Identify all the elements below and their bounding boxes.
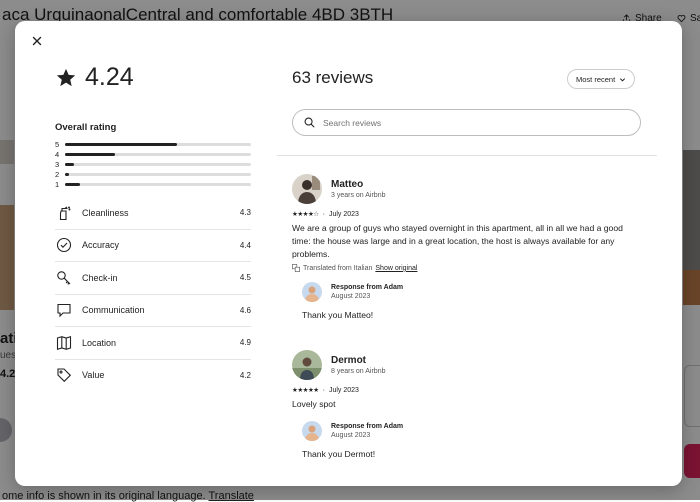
category-accuracy: Accuracy 4.4	[55, 230, 251, 262]
category-value: Value 4.2	[55, 360, 251, 392]
show-original-link[interactable]: Show original	[375, 265, 417, 272]
distribution-star-label: 1	[55, 180, 60, 190]
star-icon	[56, 68, 76, 86]
review-header: Matteo 3 years on Airbnb	[292, 174, 654, 204]
review-item: Dermot 8 years on Airbnb ★★★★★ · July 20…	[292, 350, 654, 459]
distribution-row: 2	[55, 170, 251, 180]
distribution-bar	[65, 162, 251, 166]
distribution-bar	[65, 142, 251, 146]
reviews-count: 63 reviews	[292, 68, 374, 87]
host-avatar[interactable]	[302, 420, 322, 441]
chevron-down-icon	[620, 77, 626, 81]
reviewer-tenure: 3 years on Airbnb	[331, 192, 386, 199]
category-label: Value	[82, 370, 105, 381]
distribution-bar	[65, 183, 251, 187]
host-avatar[interactable]	[302, 282, 322, 303]
distribution-bar	[65, 152, 251, 156]
host-response-date: August 2023	[331, 293, 371, 301]
distribution-star-label: 2	[55, 170, 60, 180]
host-response-header: Response from Adam August 2023	[302, 282, 654, 303]
overall-rating-label: Overall rating	[55, 122, 117, 133]
review-meta: ★★★★☆ · July 2023	[292, 210, 654, 219]
distribution-fill	[65, 152, 116, 156]
host-response-text: Thank you Dermot!	[302, 448, 376, 459]
review-stars: ★★★★☆	[292, 211, 319, 218]
review-meta: ★★★★★ · July 2023	[292, 386, 654, 395]
translation-note-text: Translated from Italian	[303, 264, 373, 272]
distribution-row: 5	[55, 139, 251, 149]
translation-note: Translated from Italian Show original	[292, 264, 654, 273]
host-response-header: Response from Adam August 2023	[302, 420, 654, 441]
search-icon	[304, 117, 315, 128]
search-reviews-box[interactable]	[292, 109, 641, 136]
divider	[277, 155, 657, 156]
sort-label: Most recent	[576, 74, 616, 84]
host-response-title: Response from Adam	[331, 422, 404, 430]
distribution-row: 1	[55, 180, 251, 190]
review-header: Dermot 8 years on Airbnb	[292, 350, 654, 380]
host-response-info: Response from Adam August 2023	[331, 284, 403, 300]
reviewer-info: Matteo 3 years on Airbnb	[331, 179, 385, 199]
distribution-star-label: 4	[55, 149, 60, 159]
reviewer-name: Matteo	[331, 179, 364, 190]
review-text: We are a group of guys who stayed overni…	[292, 223, 623, 259]
review-stars: ★★★★★	[292, 387, 319, 394]
distribution-fill	[65, 183, 80, 187]
chat-bubble-icon	[55, 301, 73, 319]
reviewer-info: Dermot 8 years on Airbnb	[331, 355, 385, 375]
category-score: 4.3	[239, 208, 251, 218]
category-communication: Communication 4.6	[55, 295, 251, 327]
reviewer-tenure: 8 years on Airbnb	[331, 368, 386, 375]
sort-dropdown[interactable]: Most recent	[567, 69, 636, 89]
distribution-fill	[65, 162, 75, 166]
check-circle-icon	[55, 236, 73, 254]
review-date: July 2023	[328, 210, 359, 218]
category-label: Communication	[82, 305, 145, 316]
category-score: 4.4	[239, 240, 251, 250]
distribution-fill	[65, 173, 69, 177]
distribution-row: 3	[55, 159, 251, 169]
reviewer-name: Dermot	[331, 355, 367, 366]
distribution-bar	[65, 173, 251, 177]
host-response-text: Thank you Matteo!	[302, 310, 374, 321]
meta-separator: ·	[322, 210, 325, 218]
category-label: Location	[82, 337, 117, 348]
category-score: 4.9	[239, 338, 251, 348]
category-location: Location 4.9	[55, 327, 251, 360]
category-score: 4.2	[239, 370, 251, 380]
translate-icon	[292, 264, 300, 273]
category-label: Cleanliness	[82, 207, 129, 218]
category-score: 4.5	[239, 273, 251, 283]
distribution-star-label: 3	[55, 159, 60, 169]
host-response-info: Response from Adam August 2023	[331, 423, 403, 439]
rating-distribution: 5 4 3 2 1	[55, 139, 251, 190]
category-label: Accuracy	[82, 240, 120, 251]
key-icon	[55, 269, 73, 287]
category-score: 4.6	[239, 305, 251, 315]
distribution-row: 4	[55, 149, 251, 159]
close-button[interactable]	[29, 33, 45, 49]
spray-bottle-icon	[55, 204, 73, 222]
category-ratings: Cleanliness 4.3 Accuracy 4.4 Check-in 4.…	[55, 197, 251, 391]
reviews-modal: 4.24 Overall rating 5 4 3 2 1 Cleanlines…	[15, 21, 682, 486]
tag-icon	[55, 366, 73, 384]
category-check-in: Check-in 4.5	[55, 262, 251, 295]
distribution-star-label: 5	[55, 139, 60, 149]
meta-separator: ·	[322, 386, 325, 394]
review-text: Lovely spot	[292, 399, 336, 409]
category-label: Check-in	[82, 272, 118, 283]
review-date: July 2023	[328, 386, 359, 394]
overall-rating-heading: 4.24	[55, 63, 134, 92]
reviewer-avatar[interactable]	[292, 350, 322, 380]
search-reviews-input[interactable]	[321, 116, 625, 129]
host-response-date: August 2023	[331, 431, 371, 439]
host-response-title: Response from Adam	[331, 284, 404, 292]
category-cleanliness: Cleanliness 4.3	[55, 197, 251, 230]
overall-rating-value: 4.24	[85, 63, 134, 91]
distribution-fill	[65, 142, 177, 146]
close-icon	[32, 36, 42, 46]
review-item: Matteo 3 years on Airbnb ★★★★☆ · July 20…	[292, 174, 654, 320]
reviewer-avatar[interactable]	[292, 174, 322, 204]
map-icon	[55, 334, 73, 352]
